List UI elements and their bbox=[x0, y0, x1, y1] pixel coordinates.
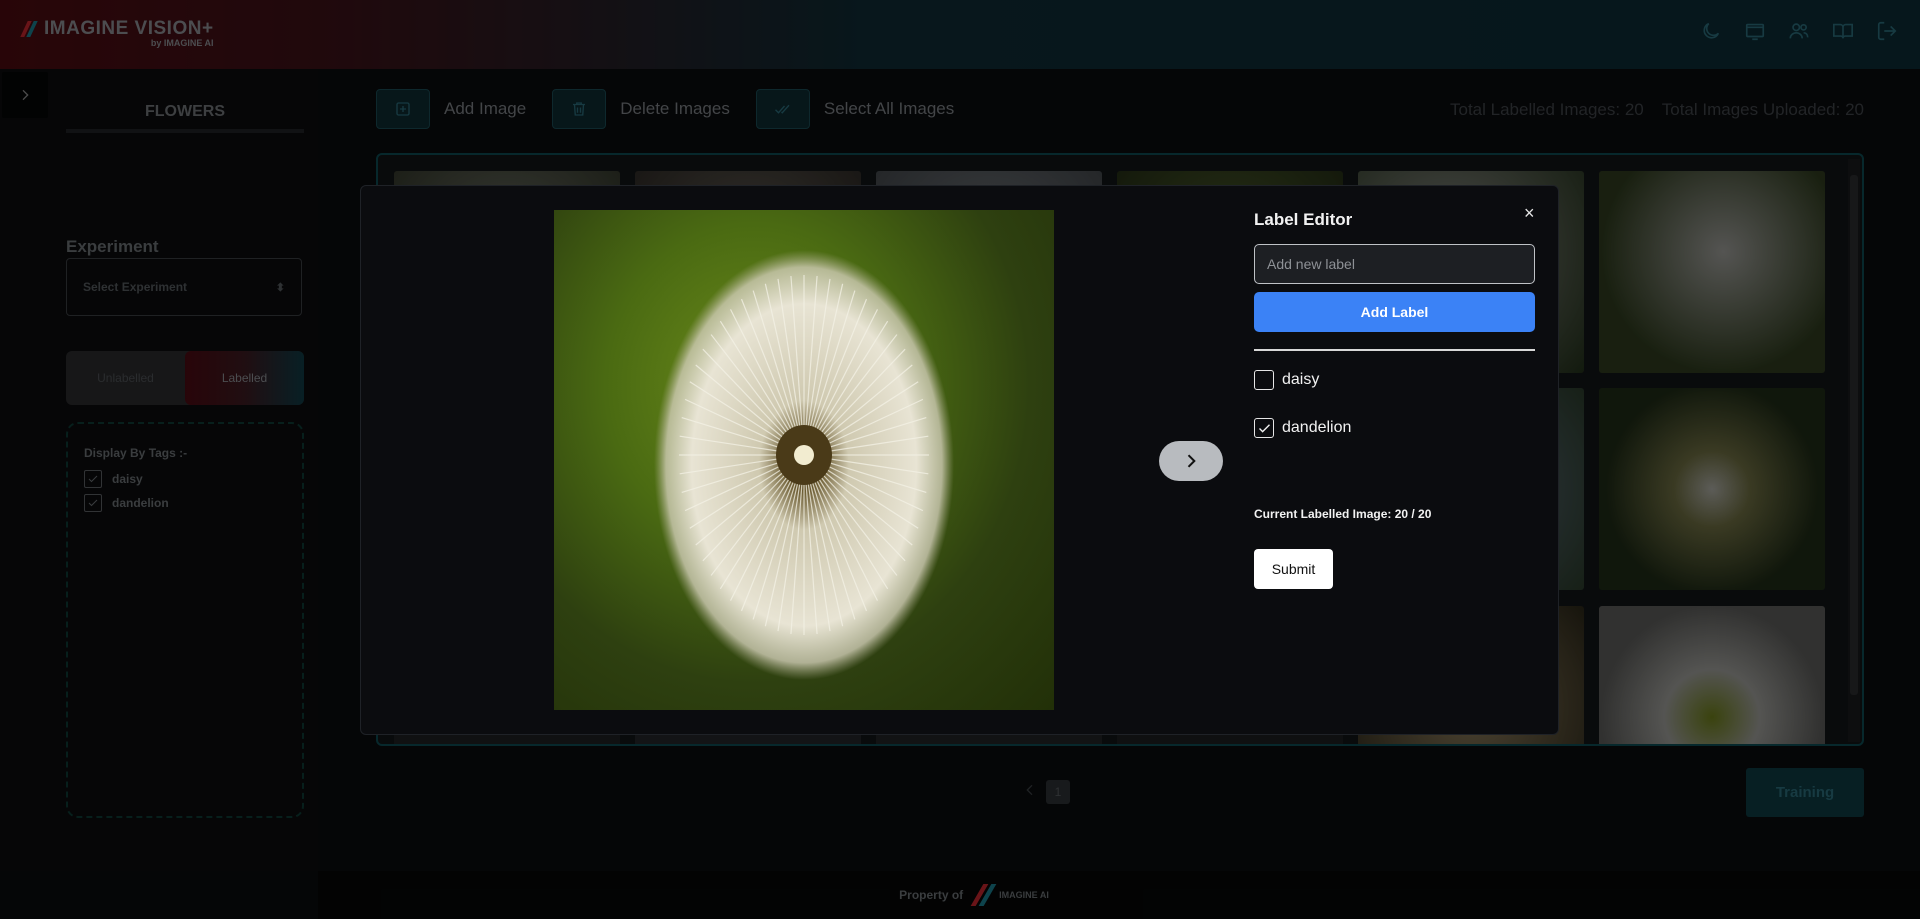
new-label-input[interactable] bbox=[1254, 244, 1535, 284]
label-option-text: daisy bbox=[1282, 371, 1320, 388]
check-icon bbox=[1258, 423, 1270, 433]
label-checkbox[interactable] bbox=[1254, 418, 1274, 438]
label-editor-title: Label Editor bbox=[1254, 210, 1353, 229]
label-option-dandelion[interactable]: dandelion bbox=[1254, 409, 1535, 447]
next-image-button[interactable] bbox=[1159, 441, 1223, 481]
chevron-right-icon bbox=[1187, 454, 1196, 468]
label-option-daisy[interactable]: daisy bbox=[1254, 361, 1535, 399]
submit-button[interactable]: Submit bbox=[1254, 549, 1333, 589]
label-option-text: dandelion bbox=[1282, 419, 1352, 436]
dandelion-photo bbox=[654, 250, 954, 680]
add-label-button[interactable]: Add Label bbox=[1254, 292, 1535, 332]
label-editor-panel: Label Editor Add Label daisy dandelion C… bbox=[1254, 210, 1535, 589]
labelled-progress: Current Labelled Image: 20 / 20 bbox=[1254, 507, 1432, 521]
editor-divider bbox=[1254, 349, 1535, 351]
label-editor-modal: × Label Editor Add Label daisy dandelion… bbox=[360, 185, 1559, 735]
current-image bbox=[554, 210, 1054, 710]
label-checkbox[interactable] bbox=[1254, 370, 1274, 390]
